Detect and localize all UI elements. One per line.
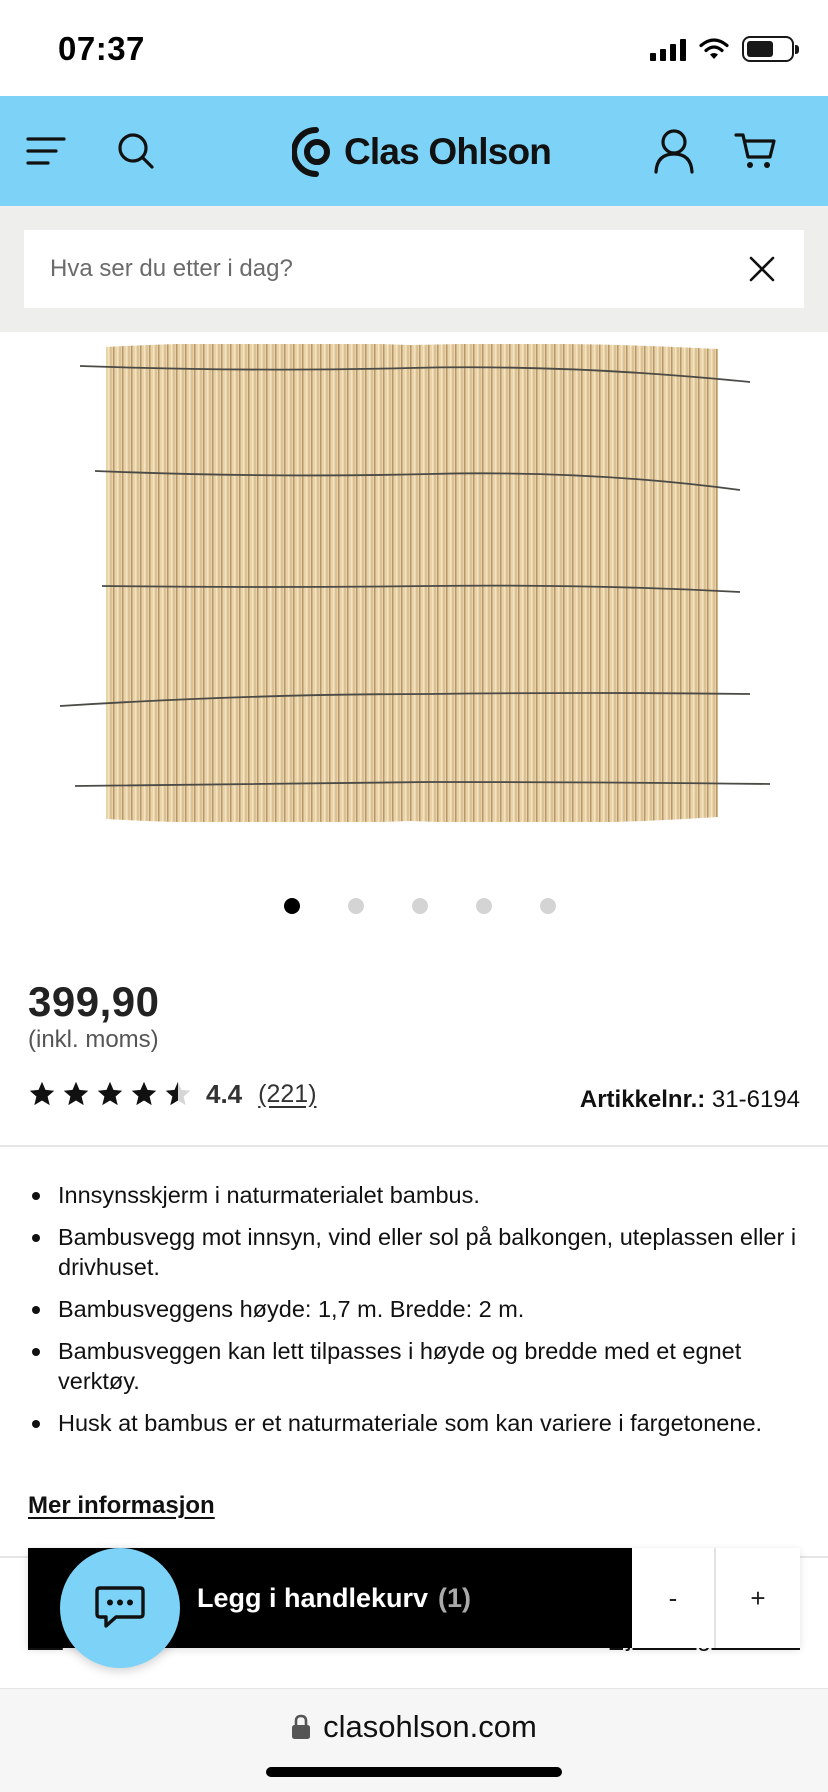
gallery-pagination — [0, 898, 828, 920]
account-button[interactable] — [634, 96, 714, 206]
status-bar: 07:37 — [0, 0, 828, 96]
search-box — [24, 230, 804, 308]
add-to-cart-label: Legg i handlekurv — [196, 1582, 429, 1613]
article-number-value: 31-6194 — [711, 1086, 800, 1113]
brand-name: Clas Ohlson — [344, 131, 552, 172]
decrease-quantity-button[interactable]: - — [632, 1548, 716, 1648]
divider — [0, 1145, 828, 1147]
feature-item: Bambusveggen kan lett tilpasses i høyde … — [28, 1336, 800, 1396]
address-field[interactable]: clasohlson.com — [0, 1709, 828, 1745]
star-icon — [97, 1081, 123, 1106]
chat-button[interactable] — [60, 1548, 180, 1668]
site-header: Clas Ohlson — [0, 96, 828, 206]
clear-search-button[interactable] — [742, 249, 782, 289]
search-input[interactable] — [50, 255, 690, 283]
product-price: 399,90 — [28, 978, 160, 1025]
star-icon — [29, 1081, 55, 1106]
url-text: clasohlson.com — [323, 1709, 537, 1744]
cellular-signal-icon — [650, 37, 686, 61]
article-number: Artikkelnr.: 31-6194 — [580, 1086, 800, 1114]
battery-icon — [742, 36, 799, 62]
chat-bubble-icon — [95, 1586, 145, 1628]
search-icon — [118, 133, 154, 169]
search-bar-container — [0, 206, 828, 332]
gallery-dot[interactable] — [476, 898, 492, 914]
hamburger-menu-icon — [26, 137, 66, 165]
home-indicator[interactable] — [266, 1767, 562, 1777]
shopping-cart-icon — [734, 133, 776, 168]
lock-icon — [292, 1714, 311, 1739]
star-icon — [131, 1081, 157, 1106]
product-rating[interactable]: 4.4 (221) — [28, 1074, 317, 1114]
status-icons — [650, 34, 799, 64]
search-button[interactable] — [96, 96, 176, 206]
gallery-dot[interactable] — [540, 898, 556, 914]
product-image[interactable] — [50, 336, 780, 836]
article-number-label: Artikkelnr.: — [579, 1086, 706, 1113]
feature-item: Innsynsskjerm i naturmaterialet bambus. — [28, 1180, 800, 1210]
status-time: 07:37 — [58, 30, 145, 67]
feature-item: Bambusvegg mot innsyn, vind eller sol på… — [28, 1222, 800, 1282]
gallery-dot[interactable] — [348, 898, 364, 914]
increase-quantity-button[interactable]: + — [716, 1548, 800, 1648]
wifi-icon — [699, 38, 729, 59]
star-icon — [63, 1081, 89, 1106]
close-icon — [749, 256, 775, 282]
add-to-cart-quantity: (1) — [438, 1582, 472, 1613]
browser-url-bar: clasohlson.com — [0, 1688, 828, 1792]
user-icon — [654, 129, 694, 174]
menu-button[interactable] — [6, 96, 86, 206]
rating-value: 4.4 — [206, 1078, 243, 1109]
rating-stars — [28, 1080, 192, 1108]
star-half-icon — [165, 1081, 191, 1106]
product-features-list: Innsynsskjerm i naturmaterialet bambus. … — [28, 1180, 800, 1450]
gallery-dot[interactable] — [412, 898, 428, 914]
brand-logo[interactable]: Clas Ohlson — [292, 124, 552, 180]
more-information-link[interactable]: Mer informasjon — [28, 1492, 215, 1520]
cart-button[interactable] — [716, 96, 796, 206]
clas-ohlson-logo-icon — [292, 127, 330, 177]
price-vat-note: (inkl. moms) — [28, 1026, 159, 1053]
gallery-dot[interactable] — [284, 898, 300, 914]
feature-item: Bambusveggens høyde: 1,7 m. Bredde: 2 m. — [28, 1294, 800, 1324]
rating-count-link[interactable]: (221) — [258, 1080, 316, 1109]
feature-item: Husk at bambus er et naturmateriale som … — [28, 1408, 800, 1438]
